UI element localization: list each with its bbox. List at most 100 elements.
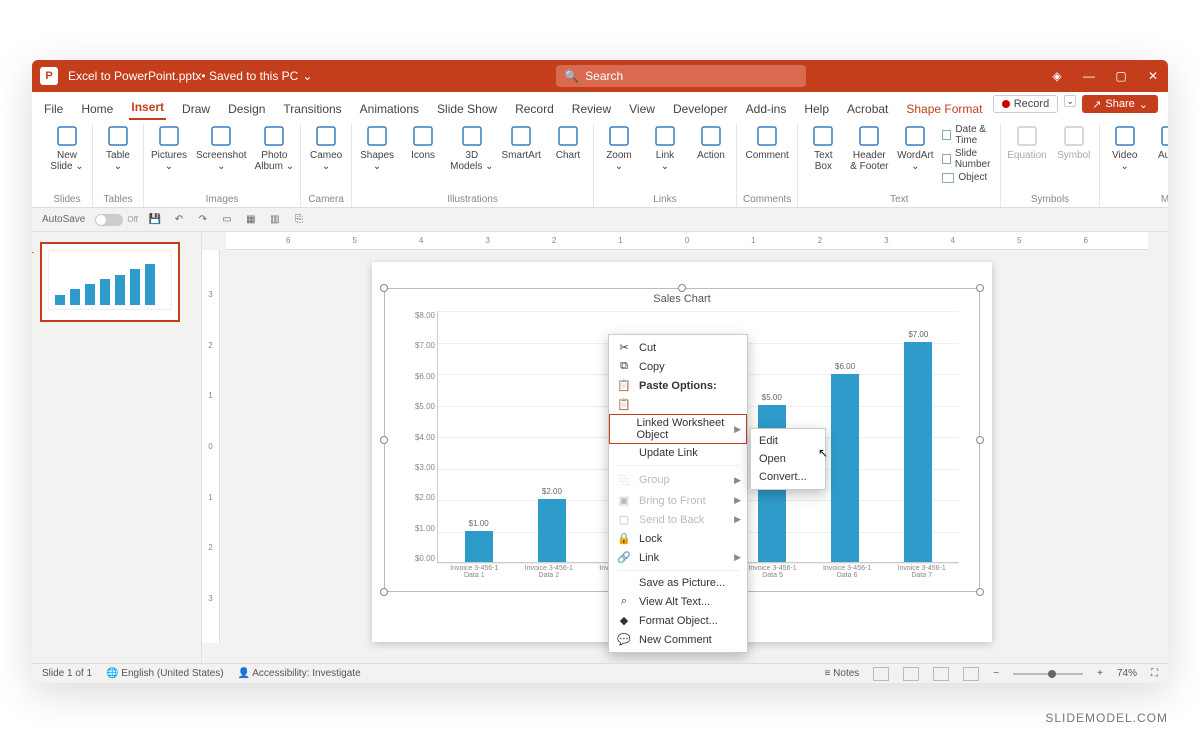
save-icon[interactable]: 💾 [148,213,162,227]
ribbon-options-button[interactable]: ⌄ [1064,95,1076,107]
resize-handle-se[interactable] [976,588,984,596]
ctx-sub-open[interactable]: Open [751,450,825,468]
ribbon--d-button[interactable]: 3D Models ⌄ [450,124,493,172]
slide-thumbnail-1[interactable]: 1 [40,242,180,322]
ctx-sub-convert-[interactable]: Convert... [751,468,825,486]
wordart-icon [903,124,927,148]
ribbon-zoom-button[interactable]: Zoom ⌄ [600,124,638,172]
tab-animations[interactable]: Animations [358,98,421,120]
resize-handle-sw[interactable] [380,588,388,596]
qat-icon-1[interactable]: ▭ [220,213,234,227]
ribbon-comment-button[interactable]: Comment [745,124,788,161]
qat-icon-3[interactable]: ▥ [268,213,282,227]
minimize-button[interactable]: — [1082,69,1096,83]
undo-icon[interactable]: ↶ [172,213,186,227]
ribbon-shapes-button[interactable]: Shapes ⌄ [358,124,396,172]
tab-draw[interactable]: Draw [180,98,212,120]
notes-button[interactable]: ≡ Notes [825,668,860,679]
ribbon-group-slides: New Slide ⌄Slides [42,124,93,207]
ribbon-slide-number-button[interactable]: Slide Number [942,148,994,170]
ctx-sub-edit[interactable]: Edit [751,432,825,450]
record-button[interactable]: Record [993,95,1058,113]
tab-view[interactable]: View [627,98,657,120]
ctx-cut[interactable]: ✂Cut [609,338,747,357]
reading-view-button[interactable] [933,667,949,681]
ctx-save-as-picture-[interactable]: Save as Picture... [609,574,747,592]
ctx-view-alt-text-[interactable]: ⌕View Alt Text... [609,592,747,611]
ribbon-text-button[interactable]: Text Box [804,124,842,172]
slide-counter: Slide 1 of 1 [42,668,92,679]
tab-shape-format[interactable]: Shape Format [904,98,984,120]
ribbon-new-button[interactable]: New Slide ⌄ [48,124,86,172]
resize-handle-ne[interactable] [976,284,984,292]
ctx-link[interactable]: 🔗Link▶ [609,548,747,567]
premium-icon[interactable]: ◈ [1050,69,1064,83]
ribbon-link-button[interactable]: Link ⌄ [646,124,684,172]
context-menu: ✂Cut⧉Copy📋Paste Options:📋Linked Workshee… [608,334,748,653]
watermark: SLIDEMODEL.COM [1045,711,1168,725]
resize-handle-e[interactable] [976,436,984,444]
ctx-update-link[interactable]: Update Link [609,444,747,462]
ribbon-action-button[interactable]: Action [692,124,730,161]
ribbon-screenshot-button[interactable]: Screenshot ⌄ [196,124,247,172]
ribbon-smartart-button[interactable]: SmartArt [502,124,541,161]
resize-handle-w[interactable] [380,436,388,444]
sorter-view-button[interactable] [903,667,919,681]
title-dropdown-icon[interactable]: ⌄ [302,69,312,83]
ctx-copy[interactable]: ⧉Copy [609,357,747,376]
resize-handle-n[interactable] [678,284,686,292]
qat-icon-4[interactable]: ⎘ [292,213,306,227]
slideshow-view-button[interactable] [963,667,979,681]
tab-home[interactable]: Home [79,98,115,120]
fit-window-button[interactable]: ⛶ [1151,668,1158,679]
zoom-level[interactable]: 74% [1117,668,1137,679]
comment-icon [755,124,779,148]
ribbon-date-time-button[interactable]: Date & Time [942,124,994,146]
ribbon-symbol-button[interactable]: Symbol [1055,124,1093,161]
qat-icon-2[interactable]: ▦ [244,213,258,227]
redo-icon[interactable]: ↷ [196,213,210,227]
zoom-in-button[interactable]: + [1097,668,1103,679]
ribbon-video-button[interactable]: Video ⌄ [1106,124,1144,172]
tab-help[interactable]: Help [802,98,831,120]
tab-design[interactable]: Design [226,98,267,120]
ctx-lock[interactable]: 🔒Lock [609,529,747,548]
close-button[interactable]: ✕ [1146,69,1160,83]
ribbon-photo-button[interactable]: Photo Album ⌄ [255,124,295,172]
ribbon-chart-button[interactable]: Chart [549,124,587,161]
tab-slide-show[interactable]: Slide Show [435,98,499,120]
accessibility-status[interactable]: 👤 Accessibility: Investigate [238,668,361,679]
tab-file[interactable]: File [42,98,65,120]
resize-handle-nw[interactable] [380,284,388,292]
ribbon-wordart-button[interactable]: WordArt ⌄ [896,124,934,172]
ribbon-cameo-button[interactable]: Cameo ⌄ [307,124,345,172]
chart-bar-7: $7.00 [904,342,932,562]
zoom-slider[interactable] [1013,673,1083,675]
zoom-out-button[interactable]: − [993,668,999,679]
ribbon-pictures-button[interactable]: Pictures ⌄ [150,124,188,172]
tab-transitions[interactable]: Transitions [281,98,343,120]
ribbon-object-button[interactable]: Object [942,172,994,183]
autosave-toggle[interactable] [95,214,123,226]
ribbon-icons-button[interactable]: Icons [404,124,442,161]
maximize-button[interactable]: ▢ [1114,69,1128,83]
tab-record[interactable]: Record [513,98,556,120]
paste-option-keep-source[interactable]: 📋 [609,395,747,414]
ribbon-header-button[interactable]: Header & Footer [850,124,888,172]
ribbon-audio-button[interactable]: Audio ⌄ [1152,124,1168,172]
normal-view-button[interactable] [873,667,889,681]
ribbon-table-button[interactable]: Table ⌄ [99,124,137,172]
ribbon-equation-button[interactable]: Equation [1007,124,1046,161]
ctx-new-comment[interactable]: 💬New Comment [609,630,747,649]
search-input[interactable]: 🔍 Search [556,65,806,87]
ctx-format-object-[interactable]: ◆Format Object... [609,611,747,630]
share-button[interactable]: ↗Share⌄ [1082,95,1158,113]
tab-add-ins[interactable]: Add-ins [744,98,789,120]
tab-acrobat[interactable]: Acrobat [845,98,890,120]
tab-developer[interactable]: Developer [671,98,730,120]
ctx-linked-worksheet-object[interactable]: Linked Worksheet Object▶ [609,414,747,444]
language-status[interactable]: 🌐 English (United States) [106,668,224,679]
tab-review[interactable]: Review [570,98,613,120]
group-label: Comments [743,192,791,207]
tab-insert[interactable]: Insert [129,96,166,120]
